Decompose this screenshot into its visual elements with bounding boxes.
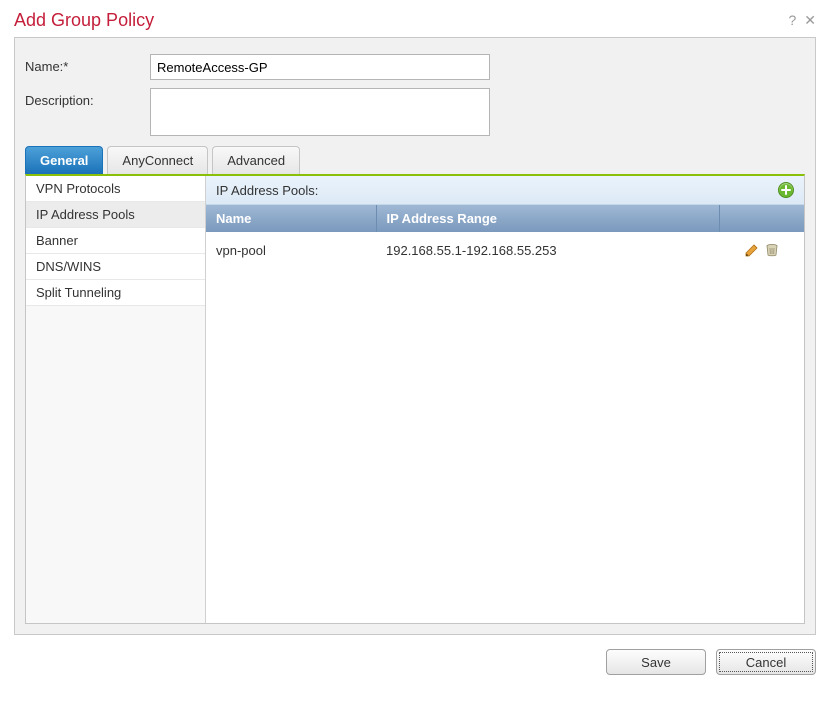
col-name[interactable]: Name: [206, 205, 376, 232]
col-range[interactable]: IP Address Range: [376, 205, 719, 232]
sidebar-item-banner[interactable]: Banner: [26, 228, 205, 254]
table-row[interactable]: vpn-pool 192.168.55.1-192.168.55.253: [206, 232, 804, 268]
sidebar-item-ip-address-pools[interactable]: IP Address Pools: [26, 202, 205, 228]
dialog: Add Group Policy ? ✕ Name:* Description:…: [0, 0, 830, 703]
pane-header: IP Address Pools:: [206, 176, 804, 205]
content-pane: IP Address Pools: Name IP Address Range: [206, 176, 804, 623]
delete-icon[interactable]: [764, 242, 780, 258]
cell-range: 192.168.55.1-192.168.55.253: [376, 232, 719, 268]
description-input[interactable]: [150, 88, 490, 136]
cancel-button[interactable]: Cancel: [716, 649, 816, 675]
description-label: Description:: [25, 88, 150, 108]
tab-general[interactable]: General: [25, 146, 103, 174]
name-row: Name:*: [25, 54, 805, 80]
dialog-title: Add Group Policy: [14, 10, 154, 31]
table-header-row: Name IP Address Range: [206, 205, 804, 232]
col-actions: [719, 205, 804, 232]
sidebar-item-vpn-protocols[interactable]: VPN Protocols: [26, 176, 205, 202]
name-label: Name:*: [25, 54, 150, 74]
sidebar-item-split-tunneling[interactable]: Split Tunneling: [26, 280, 205, 306]
pool-table: Name IP Address Range vpn-pool 192.168.5…: [206, 205, 804, 268]
help-icon[interactable]: ?: [788, 12, 796, 29]
tabs: General AnyConnect Advanced: [25, 146, 805, 174]
sidebar-item-dns-wins[interactable]: DNS/WINS: [26, 254, 205, 280]
save-button[interactable]: Save: [606, 649, 706, 675]
add-pool-icon[interactable]: [778, 182, 794, 198]
tab-content: VPN Protocols IP Address Pools Banner DN…: [25, 174, 805, 624]
footer: Save Cancel: [14, 649, 816, 675]
tab-advanced[interactable]: Advanced: [212, 146, 300, 174]
pane-title: IP Address Pools:: [216, 183, 318, 198]
cell-actions: [719, 232, 804, 268]
tab-anyconnect[interactable]: AnyConnect: [107, 146, 208, 174]
title-icons: ? ✕: [788, 12, 816, 29]
title-bar: Add Group Policy ? ✕: [14, 10, 816, 37]
cell-name: vpn-pool: [206, 232, 376, 268]
name-input[interactable]: [150, 54, 490, 80]
main-panel: Name:* Description: General AnyConnect A…: [14, 37, 816, 635]
sidebar: VPN Protocols IP Address Pools Banner DN…: [26, 176, 206, 623]
close-icon[interactable]: ✕: [804, 12, 816, 29]
edit-icon[interactable]: [744, 242, 760, 258]
description-row: Description:: [25, 88, 805, 136]
